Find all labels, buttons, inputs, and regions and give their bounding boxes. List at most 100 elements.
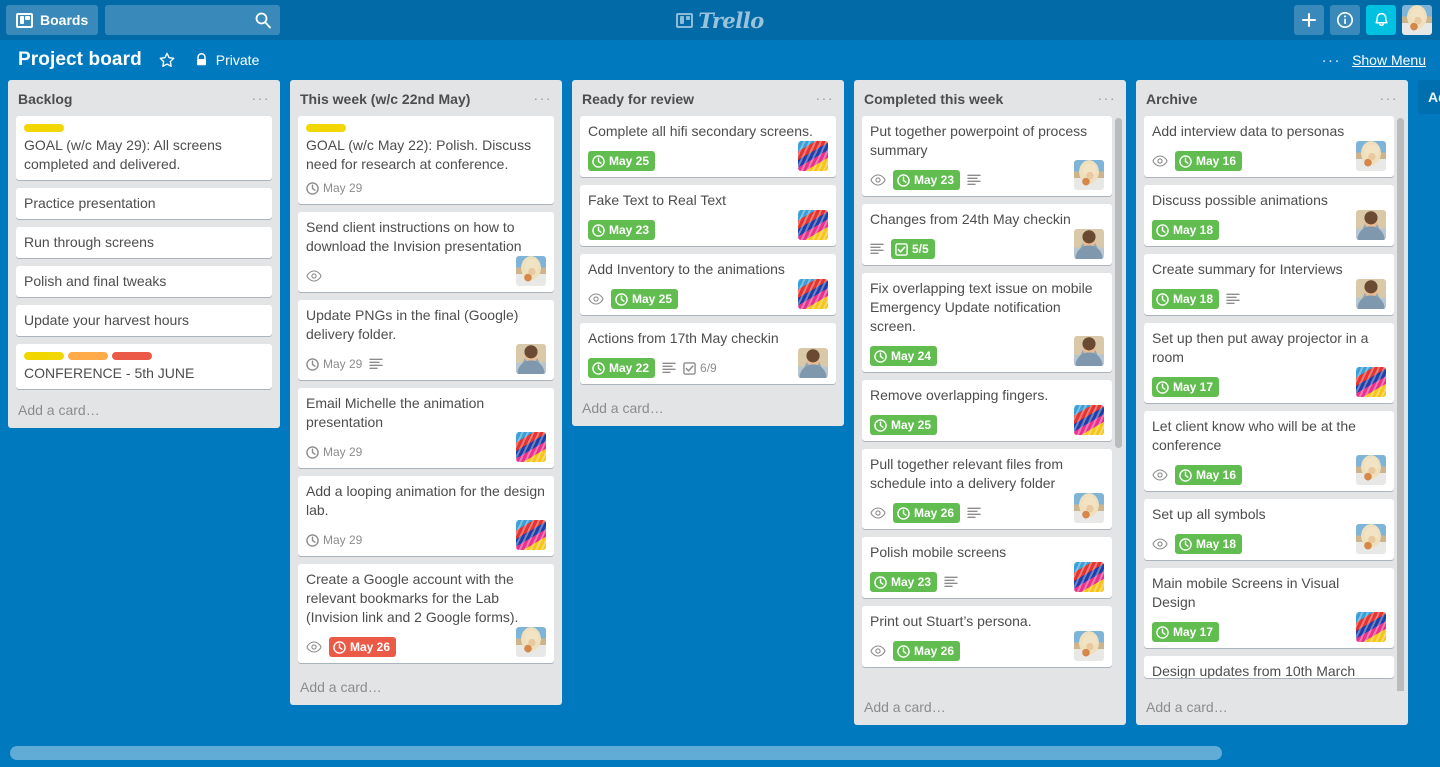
due-date-badge[interactable]: May 26 bbox=[893, 641, 961, 661]
list-title[interactable]: Archive bbox=[1146, 90, 1378, 108]
card[interactable]: Add Inventory to the animations May 25 bbox=[580, 254, 836, 315]
card[interactable]: Set up then put away projector in a room… bbox=[1144, 323, 1394, 403]
due-date-badge[interactable]: May 18 bbox=[1152, 289, 1220, 309]
card[interactable]: Create a Google account with the relevan… bbox=[298, 564, 554, 663]
card-member-avatar[interactable] bbox=[516, 432, 546, 462]
add-button[interactable] bbox=[1294, 5, 1324, 35]
due-date-badge[interactable]: May 29 bbox=[306, 530, 362, 550]
due-date-badge[interactable]: May 25 bbox=[611, 289, 679, 309]
card-member-avatar[interactable] bbox=[798, 279, 828, 309]
card-member-avatar[interactable] bbox=[1074, 160, 1104, 190]
card[interactable]: Put together powerpoint of process summa… bbox=[862, 116, 1112, 196]
card[interactable]: GOAL (w/c May 29): All screens completed… bbox=[16, 116, 272, 180]
card[interactable]: Print out Stuart’s persona. May 26 bbox=[862, 606, 1112, 667]
label-yellow[interactable] bbox=[24, 352, 64, 360]
board-scrollbar-thumb[interactable] bbox=[10, 746, 1222, 760]
due-date-badge[interactable]: May 29 bbox=[306, 178, 362, 198]
card-member-avatar[interactable] bbox=[1074, 562, 1104, 592]
due-date-badge[interactable]: May 18 bbox=[1152, 220, 1220, 240]
boards-button[interactable]: Boards bbox=[6, 5, 99, 35]
card-member-avatar[interactable] bbox=[516, 520, 546, 550]
card-member-avatar[interactable] bbox=[1074, 336, 1104, 366]
card-member-avatar[interactable] bbox=[516, 344, 546, 374]
card-member-avatar[interactable] bbox=[1356, 367, 1386, 397]
card-member-avatar[interactable] bbox=[798, 141, 828, 171]
card[interactable]: Polish and final tweaks bbox=[16, 266, 272, 297]
card-member-avatar[interactable] bbox=[1356, 279, 1386, 309]
due-date-badge[interactable]: May 26 bbox=[329, 637, 397, 657]
add-list-button[interactable]: Add a list… bbox=[1418, 80, 1440, 114]
card-member-avatar[interactable] bbox=[798, 210, 828, 240]
card-member-avatar[interactable] bbox=[1356, 524, 1386, 554]
card[interactable]: Run through screens bbox=[16, 227, 272, 258]
list-menu-button[interactable]: ··· bbox=[1096, 90, 1119, 106]
card-member-avatar[interactable] bbox=[516, 256, 546, 286]
due-date-badge[interactable]: May 22 bbox=[588, 358, 656, 378]
due-date-badge[interactable]: May 17 bbox=[1152, 377, 1220, 397]
due-date-badge[interactable]: May 26 bbox=[893, 503, 961, 523]
card[interactable]: Update your harvest hours bbox=[16, 305, 272, 336]
show-menu-link[interactable]: Show Menu bbox=[1352, 52, 1426, 68]
due-date-badge[interactable]: May 29 bbox=[306, 354, 362, 374]
card-member-avatar[interactable] bbox=[1356, 141, 1386, 171]
list-menu-button[interactable]: ··· bbox=[250, 90, 273, 106]
card[interactable]: Discuss possible animations May 18 bbox=[1144, 185, 1394, 246]
due-date-badge[interactable]: May 25 bbox=[588, 151, 656, 171]
board-visibility[interactable]: Private bbox=[194, 52, 259, 68]
card[interactable]: Pull together relevant files from schedu… bbox=[862, 449, 1112, 529]
label-red[interactable] bbox=[112, 352, 152, 360]
add-card-button[interactable]: Add a card… bbox=[1136, 691, 1408, 725]
card-member-avatar[interactable] bbox=[798, 348, 828, 378]
card[interactable]: Update PNGs in the final (Google) delive… bbox=[298, 300, 554, 380]
label-yellow[interactable] bbox=[306, 124, 346, 132]
due-date-badge[interactable]: May 25 bbox=[870, 415, 938, 435]
card-member-avatar[interactable] bbox=[1074, 405, 1104, 435]
add-card-button[interactable]: Add a card… bbox=[290, 671, 562, 705]
card-member-avatar[interactable] bbox=[516, 627, 546, 657]
label-yellow[interactable] bbox=[24, 124, 64, 132]
due-date-badge[interactable]: May 23 bbox=[588, 220, 656, 240]
card[interactable]: Add interview data to personas May 16 bbox=[1144, 116, 1394, 177]
list-title[interactable]: This week (w/c 22nd May) bbox=[300, 90, 532, 108]
add-card-button[interactable]: Add a card… bbox=[854, 691, 1126, 725]
card[interactable]: Design updates from 10th March bbox=[1144, 656, 1394, 678]
card[interactable]: Changes from 24th May checkin 5/5 bbox=[862, 204, 1112, 265]
list-scrollbar[interactable] bbox=[1397, 118, 1404, 691]
card[interactable]: Complete all hifi secondary screens. May … bbox=[580, 116, 836, 177]
card[interactable]: Actions from 17th May checkin May 22 6/9 bbox=[580, 323, 836, 384]
due-date-badge[interactable]: May 23 bbox=[870, 572, 938, 592]
list-menu-button[interactable]: ··· bbox=[814, 90, 837, 106]
card-member-avatar[interactable] bbox=[1074, 493, 1104, 523]
info-button[interactable] bbox=[1330, 5, 1360, 35]
list-menu-button[interactable]: ··· bbox=[1378, 90, 1401, 106]
card-member-avatar[interactable] bbox=[1074, 229, 1104, 259]
search-field-wrapper[interactable] bbox=[105, 5, 324, 35]
card[interactable]: CONFERENCE - 5th JUNE bbox=[16, 344, 272, 389]
due-date-badge[interactable]: May 18 bbox=[1175, 534, 1243, 554]
card[interactable]: Practice presentation bbox=[16, 188, 272, 219]
card-member-avatar[interactable] bbox=[1356, 210, 1386, 240]
card[interactable]: Let client know who will be at the confe… bbox=[1144, 411, 1394, 491]
list-title[interactable]: Ready for review bbox=[582, 90, 814, 108]
card[interactable]: Main mobile Screens in Visual Design May … bbox=[1144, 568, 1394, 648]
due-date-badge[interactable]: May 16 bbox=[1175, 151, 1243, 171]
due-date-badge[interactable]: May 23 bbox=[893, 170, 961, 190]
card-member-avatar[interactable] bbox=[1356, 455, 1386, 485]
list-scrollbar[interactable] bbox=[1115, 118, 1122, 448]
due-date-badge[interactable]: May 24 bbox=[870, 346, 938, 366]
list-menu-button[interactable]: ··· bbox=[532, 90, 555, 106]
list-title[interactable]: Completed this week bbox=[864, 90, 1096, 108]
add-card-button[interactable]: Add a card… bbox=[572, 392, 844, 426]
due-date-badge[interactable]: May 29 bbox=[306, 442, 362, 462]
board-menu-dots[interactable]: ··· bbox=[1322, 52, 1342, 69]
notifications-button[interactable] bbox=[1366, 5, 1396, 35]
card-member-avatar[interactable] bbox=[1356, 612, 1386, 642]
card[interactable]: Add a looping animation for the design l… bbox=[298, 476, 554, 556]
card[interactable]: GOAL (w/c May 22): Polish. Discuss need … bbox=[298, 116, 554, 204]
card[interactable]: Polish mobile screens May 23 bbox=[862, 537, 1112, 598]
add-card-button[interactable]: Add a card… bbox=[8, 394, 280, 428]
search-input[interactable] bbox=[105, 5, 324, 35]
star-icon[interactable] bbox=[158, 51, 176, 69]
card[interactable]: Fake Text to Real Text May 23 bbox=[580, 185, 836, 246]
card[interactable]: Fix overlapping text issue on mobile Eme… bbox=[862, 273, 1112, 372]
